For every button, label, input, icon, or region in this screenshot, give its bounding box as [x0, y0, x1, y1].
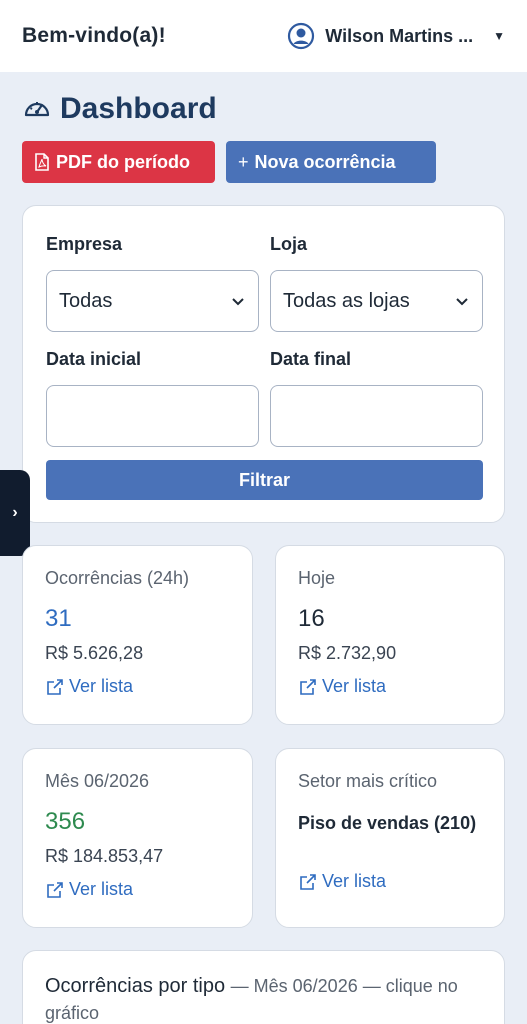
view-list-label: Ver lista — [69, 879, 134, 899]
top-bar: Bem-vindo(a)! Wilson Martins ... ▼ — [0, 0, 527, 72]
data-final-field[interactable] — [270, 385, 483, 447]
stat-count: 16 — [298, 605, 325, 632]
view-list-label: Ver lista — [69, 676, 134, 696]
empresa-select[interactable]: Todas — [46, 270, 259, 332]
empresa-select-value: Todas — [59, 289, 113, 312]
data-inicial-field[interactable] — [46, 385, 259, 447]
loja-select[interactable]: Todas as lojas — [270, 270, 483, 332]
view-list-link[interactable]: Ver lista — [45, 676, 133, 697]
plus-icon: + — [238, 151, 249, 172]
external-link-icon — [47, 678, 63, 695]
chart-card-occurrences-by-type[interactable]: Ocorrências por tipo — Mês 06/2026 — cli… — [22, 950, 505, 1024]
view-list-link[interactable]: Ver lista — [298, 871, 386, 892]
pdf-period-label: PDF do período — [56, 151, 190, 172]
user-circle-icon — [288, 22, 315, 50]
stat-card-24h: Ocorrências (24h) 31 R$ 5.626,28 Ver lis… — [22, 545, 253, 725]
stat-count: 356 — [45, 808, 86, 835]
external-link-icon — [300, 678, 316, 695]
user-menu[interactable]: Wilson Martins ... ▼ — [287, 22, 505, 50]
chevron-down-icon — [456, 298, 468, 306]
stat-count: 31 — [45, 605, 72, 632]
gauge-icon — [24, 102, 50, 117]
empresa-label: Empresa — [46, 234, 123, 254]
external-link-icon — [47, 881, 63, 898]
sidebar-toggle[interactable]: › — [0, 470, 30, 556]
caret-down-icon: ▼ — [493, 29, 505, 43]
page-title: Dashboard — [60, 92, 217, 125]
chart-title-main: Ocorrências por tipo — [45, 975, 226, 997]
stat-card-today: Hoje 16 R$ 2.732,90 Ver lista — [275, 545, 505, 725]
loja-select-value: Todas as lojas — [283, 289, 410, 312]
data-final-label: Data final — [270, 349, 352, 369]
stat-amount: R$ 5.626,28 — [45, 643, 144, 663]
view-list-label: Ver lista — [322, 871, 387, 891]
new-occurrence-label: Nova ocorrência — [254, 151, 396, 172]
page-title-row: Dashboard — [22, 92, 217, 126]
action-buttons: PDF do período + Nova ocorrência — [22, 141, 436, 183]
file-pdf-icon — [35, 153, 49, 171]
new-occurrence-button[interactable]: + Nova ocorrência — [226, 141, 436, 183]
pdf-period-button[interactable]: PDF do período — [22, 141, 215, 183]
data-inicial-label: Data inicial — [46, 349, 142, 369]
view-list-label: Ver lista — [322, 676, 387, 696]
critical-sector-value: Piso de vendas (210) — [298, 813, 477, 833]
chevron-right-icon: › — [12, 504, 18, 521]
stat-label: Setor mais crítico — [298, 771, 438, 791]
stat-card-critical-sector: Setor mais crítico Piso de vendas (210) … — [275, 748, 505, 928]
welcome-text: Bem-vindo(a)! — [22, 24, 166, 47]
stat-label: Mês 06/2026 — [45, 771, 150, 791]
filter-card: Empresa Loja Todas Todas as lojas Data i… — [22, 205, 505, 523]
view-list-link[interactable]: Ver lista — [45, 879, 133, 900]
chart-title: Ocorrências por tipo — Mês 06/2026 — cli… — [45, 973, 485, 1024]
chevron-down-icon — [232, 298, 244, 306]
loja-label: Loja — [270, 234, 308, 254]
stat-label: Hoje — [298, 568, 336, 588]
stat-amount: R$ 184.853,47 — [45, 846, 164, 866]
user-name: Wilson Martins ... — [325, 25, 474, 46]
stat-card-month: Mês 06/2026 356 R$ 184.853,47 Ver lista — [22, 748, 253, 928]
filter-button[interactable]: Filtrar — [46, 460, 483, 500]
stat-label: Ocorrências (24h) — [45, 568, 190, 588]
external-link-icon — [300, 873, 316, 890]
stat-amount: R$ 2.732,90 — [298, 643, 397, 663]
view-list-link[interactable]: Ver lista — [298, 676, 386, 697]
